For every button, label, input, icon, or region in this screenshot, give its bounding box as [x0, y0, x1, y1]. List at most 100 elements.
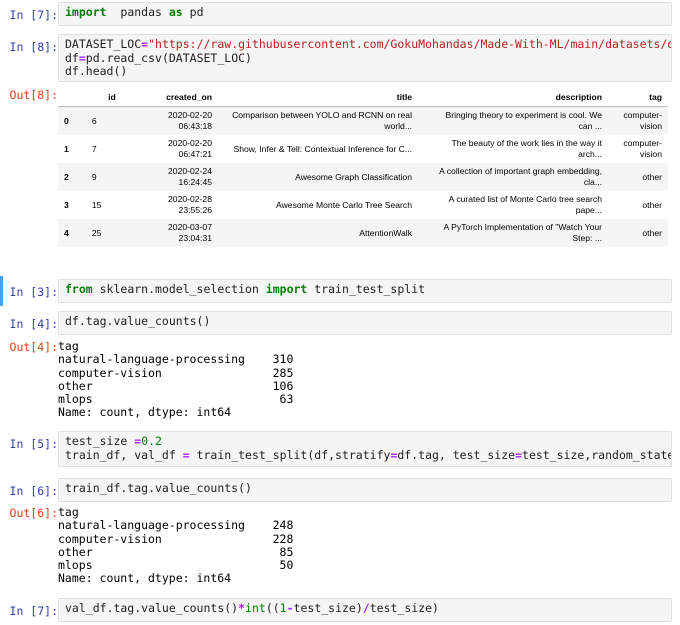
code-token: from	[65, 282, 93, 296]
code-cell-train-value-counts[interactable]: train_df.tag.value_counts()	[58, 478, 672, 502]
table-row: 2 9 2020-02-24 16:24:45 Awesome Graph Classi…	[58, 163, 668, 191]
code-cell-sklearn-import[interactable]: from sklearn.model_selection import trai…	[58, 279, 672, 303]
code-cell-train-test-split[interactable]: test_size = 0.2 train_df, val_df = train_…	[58, 431, 672, 467]
cell-line: Show, Infer & Tell: Contextual Inference…	[233, 143, 413, 154]
column-header-title: title	[218, 88, 418, 107]
code-token: int	[245, 601, 266, 615]
code-token: =	[182, 447, 190, 462]
code-token: *	[238, 601, 246, 615]
cell-title: Comparison between YOLO and RCNN on real…	[218, 107, 418, 136]
code-cell-val-value-counts[interactable]: val_df.tag.value_counts()*int((1-test_si…	[58, 598, 672, 622]
cell-line: 2020-02-20	[168, 138, 212, 148]
code-token: =	[78, 50, 86, 65]
code-text[interactable]: df.tag.value_counts()	[65, 314, 665, 329]
dataframe-table: id created_on title description tag 0 6 2020-0…	[58, 88, 668, 247]
code-token: test_size)	[293, 601, 363, 615]
cell-line: The beauty of the work lies in the way i…	[451, 138, 602, 148]
cell-line: 2020-03-07	[168, 222, 212, 232]
cell-tag: other	[608, 219, 668, 247]
code-cell-value-counts[interactable]: df.tag.value_counts()	[58, 311, 672, 335]
train-value-counts-output: tag natural-language-processing 248 comp…	[58, 505, 294, 586]
code-text[interactable]: test_size = 0.2 train_df, val_df = train_…	[65, 434, 671, 462]
cell-description: A collection of important graph embeddin…	[418, 163, 608, 191]
cell-tag: computer-vision	[608, 107, 668, 136]
code-token: test_size)	[369, 601, 439, 615]
output-prompt: Out[4]:	[9, 340, 58, 354]
column-header-id: id	[85, 88, 122, 107]
cell-line: 06:43:18	[178, 121, 212, 131]
code-token: pd	[182, 5, 204, 19]
cell-prompt: In [7]:	[9, 604, 58, 618]
code-token: test_size	[65, 434, 135, 448]
column-header-created-on: created_on	[121, 88, 218, 107]
code-token: df.tag.value_counts()	[65, 314, 211, 328]
code-cell-import-pandas[interactable]: import pandas as pd	[58, 2, 672, 26]
cell-id: 6	[91, 115, 97, 126]
code-text[interactable]: train_df.tag.value_counts()	[65, 481, 665, 496]
cell-line: pape...	[575, 205, 602, 215]
code-token: as	[168, 5, 183, 19]
cell-line: 06:47:21	[178, 149, 212, 159]
cell-line: other	[642, 199, 662, 210]
cell-line: 16:24:45	[178, 177, 212, 187]
value-counts-output: tag natural-language-processing 310 comp…	[58, 339, 294, 420]
row-index: 4	[64, 228, 69, 238]
column-header-description: description	[418, 88, 608, 107]
cell-description: Bringing theory to experiment is cool. W…	[418, 107, 608, 136]
cell-line: A collection of important graph embeddin…	[439, 166, 602, 176]
cell-prompt: In [3]:	[9, 285, 58, 299]
code-text[interactable]: DATASET_LOC= "https://raw.githubuserconte…	[65, 37, 671, 79]
code-token: 0.2	[141, 434, 162, 448]
cell-line: other	[642, 227, 662, 238]
cell-prompt: In [4]:	[9, 317, 58, 331]
cell-id: 25	[91, 227, 102, 238]
row-index: 3	[64, 200, 69, 210]
code-token: import	[265, 282, 308, 296]
code-token: pd.read_csv(DATASET_LOC)	[85, 50, 252, 65]
index-header	[58, 88, 86, 107]
code-text[interactable]: import pandas as pd	[65, 5, 665, 20]
table-row: 4 25 2020-03-07 23:04:31 AttentionWalk A PyTo…	[58, 219, 668, 247]
code-token: 1	[279, 601, 287, 615]
cell-prompt: In [7]:	[9, 8, 58, 22]
code-cell-read-csv[interactable]: DATASET_LOC= "https://raw.githubuserconte…	[58, 34, 672, 82]
cell-line: vision	[640, 121, 662, 131]
cell-line: Awesome Graph Classification	[295, 171, 412, 182]
code-token: test_size,random_state	[522, 447, 672, 462]
table-row: 0 6 2020-02-20 06:43:18 Comparison between Y…	[58, 106, 668, 136]
cell-description: The beauty of the work lies in the way i…	[418, 135, 608, 163]
cell-id: 9	[91, 171, 97, 182]
cell-line: Awesome Monte Carlo Tree Search	[276, 199, 412, 210]
cell-line: arch...	[578, 149, 602, 159]
cell-id: 15	[91, 199, 102, 210]
cell-line: A PyTorch Implementation of "Watch Your	[443, 222, 602, 232]
code-token: import	[65, 5, 107, 19]
cell-prompt: In [8]:	[9, 40, 58, 54]
cell-line: 23:04:31	[178, 233, 212, 243]
cell-created-on: 2020-03-07 23:04:31	[122, 219, 218, 247]
row-index: 0	[64, 116, 69, 126]
code-token: /	[362, 601, 370, 615]
cell-created-on: 2020-02-28 23:55:26	[122, 191, 218, 219]
cell-line: A curated list of Monte Carlo tree searc…	[448, 194, 602, 204]
cell-line: 23:55:26	[178, 205, 212, 215]
code-token: train_test_split(df,stratify	[189, 447, 391, 462]
cell-line: 2020-02-20	[168, 110, 212, 120]
code-text[interactable]: val_df.tag.value_counts()*int((1-test_si…	[65, 601, 665, 616]
cell-line: computer-	[623, 138, 662, 148]
output-prompt: Out[6]:	[9, 506, 58, 520]
cell-line: 2020-02-24	[168, 166, 212, 176]
code-token: df.head()	[65, 64, 128, 78]
cell-line: can ...	[578, 121, 602, 131]
code-token: df	[65, 50, 79, 65]
cell-created-on: 2020-02-20 06:47:21	[122, 135, 218, 163]
code-text[interactable]: from sklearn.model_selection import trai…	[65, 282, 665, 297]
cell-title: AttentionWalk	[218, 219, 418, 247]
code-token: df.tag, test_size	[397, 447, 516, 462]
row-index: 1	[64, 144, 69, 154]
table-row: 1 7 2020-02-20 06:47:21 Show, Infer & Tell: …	[58, 135, 668, 163]
cell-line: computer-	[623, 110, 662, 120]
code-token: ((	[265, 601, 280, 615]
table-row: 3 15 2020-02-28 23:55:26 Awesome Monte Carlo…	[58, 191, 668, 219]
cell-id: 7	[91, 143, 97, 154]
